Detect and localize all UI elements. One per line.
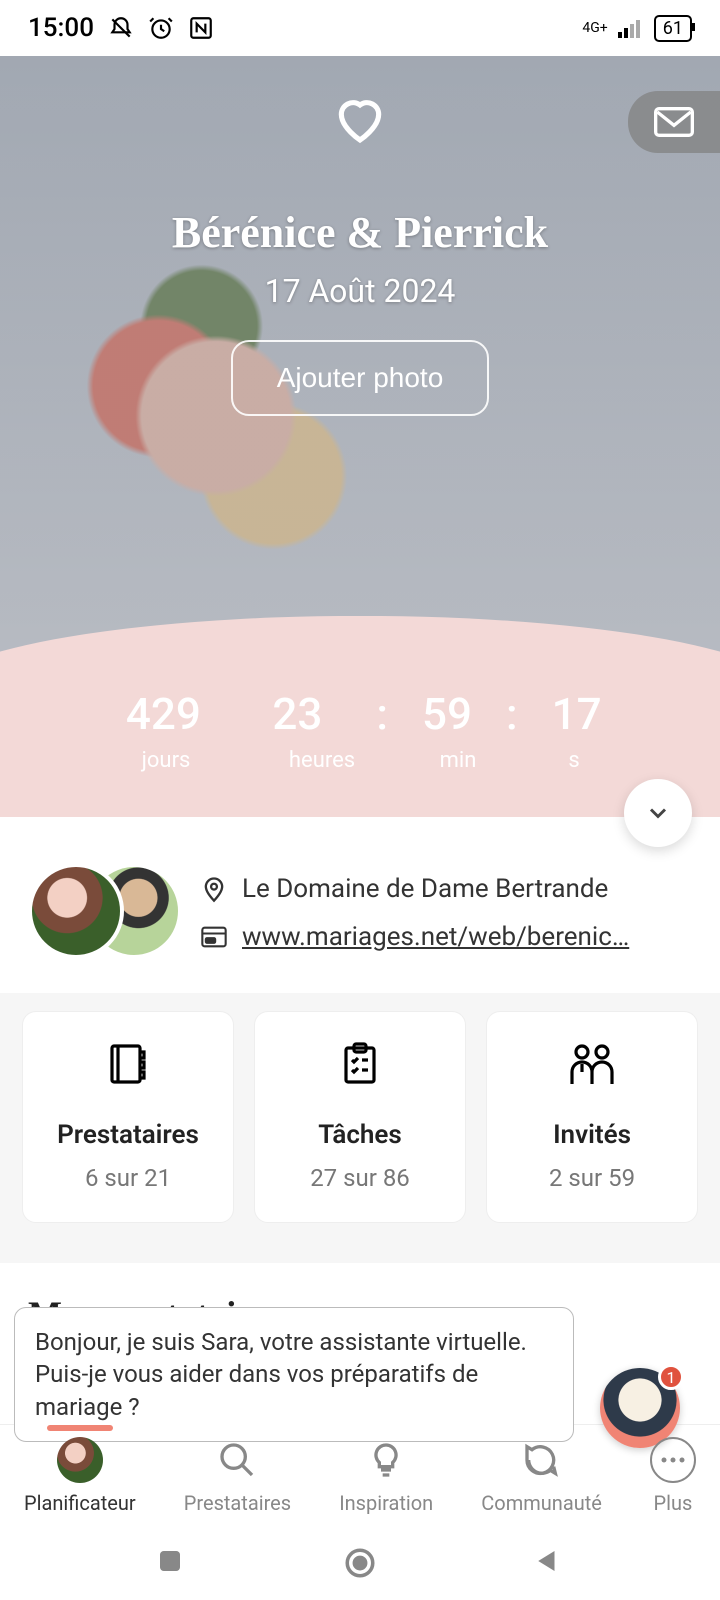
countdown-days-label: jours	[111, 748, 221, 773]
more-icon	[650, 1437, 696, 1483]
venue-name: Le Domaine de Dame Bertrande	[242, 874, 608, 904]
tasks-icon	[336, 1040, 384, 1088]
nav-planner-icon	[57, 1437, 103, 1483]
vendors-count: 6 sur 21	[85, 1164, 171, 1192]
countdown-days: 429	[108, 688, 218, 740]
signal-icon	[618, 18, 644, 38]
assistant-chat-bubble[interactable]: Bonjour, je suis Sara, votre assistante …	[14, 1307, 574, 1442]
tasks-title: Tâches	[318, 1120, 402, 1150]
add-photo-button[interactable]: Ajouter photo	[231, 340, 490, 416]
countdown-hours-label: heures	[267, 748, 377, 773]
countdown-hours: 23	[242, 688, 352, 740]
vendors-card[interactable]: Prestataires 6 sur 21	[22, 1011, 234, 1223]
countdown-secs: 17	[542, 688, 612, 740]
network-label: 4G+	[582, 20, 607, 36]
android-nav-bar	[0, 1525, 720, 1600]
nav-more[interactable]: Plus	[650, 1437, 696, 1515]
website-link: www.mariages.net/web/berenic…	[242, 922, 629, 952]
alarm-icon	[148, 15, 174, 41]
couple-avatars[interactable]	[28, 863, 178, 963]
tasks-card[interactable]: Tâches 27 sur 86	[254, 1011, 466, 1223]
lightbulb-icon	[363, 1437, 409, 1483]
nfc-icon	[188, 15, 214, 41]
nav-planner[interactable]: Planificateur	[24, 1437, 136, 1515]
nav-vendors[interactable]: Prestataires	[184, 1437, 291, 1515]
expand-button[interactable]	[624, 779, 692, 847]
guests-title: Invités	[553, 1120, 631, 1150]
summary-cards: Prestataires 6 sur 21 Tâches 27 sur 86 I…	[0, 993, 720, 1263]
countdown-mins-label: min	[423, 748, 493, 773]
status-bar: 15:00 4G+ 61	[0, 0, 720, 56]
chat-icon	[519, 1437, 565, 1483]
mute-icon	[108, 15, 134, 41]
nav-inspiration[interactable]: Inspiration	[339, 1437, 433, 1515]
couple-names: Bérénice & Pierrick	[172, 207, 548, 258]
nav-community[interactable]: Communauté	[481, 1437, 602, 1515]
assistant-badge: 1	[658, 1364, 684, 1390]
website-icon	[200, 923, 228, 951]
vendors-title: Prestataires	[57, 1120, 199, 1150]
heart-logo-icon	[332, 91, 388, 147]
guests-card[interactable]: Invités 2 sur 59	[486, 1011, 698, 1223]
wedding-info-row: Le Domaine de Dame Bertrande www.mariage…	[0, 817, 720, 993]
countdown-secs-label: s	[539, 748, 609, 773]
hero-banner: Bérénice & Pierrick 17 Août 2024 Ajouter…	[0, 56, 720, 656]
countdown-strip: 429 23 : 59 : 17 jours heures min s	[0, 656, 720, 817]
android-recent-button[interactable]	[155, 1546, 189, 1580]
search-icon	[214, 1437, 260, 1483]
vendors-icon	[104, 1040, 152, 1088]
android-back-button[interactable]	[532, 1546, 566, 1580]
my-vendors-section: Mes prestataires Bonjour, je suis Sara, …	[0, 1263, 720, 1424]
messages-button[interactable]	[628, 91, 720, 153]
website-row[interactable]: www.mariages.net/web/berenic…	[200, 922, 692, 952]
android-home-button[interactable]	[343, 1546, 377, 1580]
guests-icon	[564, 1040, 620, 1088]
status-time: 15:00	[28, 13, 94, 43]
avatar-user	[28, 863, 124, 959]
wedding-date: 17 Août 2024	[265, 272, 456, 310]
venue-row[interactable]: Le Domaine de Dame Bertrande	[200, 874, 692, 904]
countdown-mins: 59	[412, 688, 482, 740]
location-pin-icon	[200, 875, 228, 903]
tasks-count: 27 sur 86	[310, 1164, 410, 1192]
guests-count: 2 sur 59	[549, 1164, 635, 1192]
battery-icon: 61	[654, 15, 692, 42]
assistant-avatar[interactable]: 1	[600, 1368, 680, 1448]
